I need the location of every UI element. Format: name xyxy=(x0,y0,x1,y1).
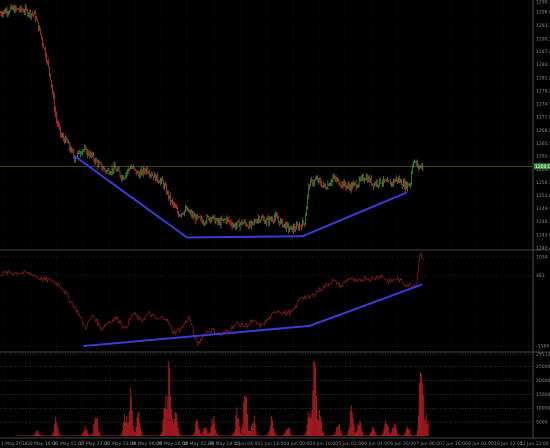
price-tick-label: 1278.08 xyxy=(536,88,550,94)
volume-tick-label: 5000 xyxy=(536,420,548,426)
current-price-label: 1260.05 xyxy=(535,164,550,170)
price-tick-label: 1253.06 xyxy=(536,193,550,199)
x-axis: 1 May 2018 30 May 16:0031 May 01:0017 May… xyxy=(1,441,549,447)
x-tick-label: 6 Jun 20:00 xyxy=(390,441,416,447)
price-tick-label: 1299.35 xyxy=(536,0,550,6)
trading-chart: 1299.35 1296.90 1293.76 1290.55 1287.49 1284.… xyxy=(0,0,550,447)
x-tick-label: 8 Jun 02:00 xyxy=(468,441,494,447)
price-panel[interactable]: 1299.35 1296.90 1293.76 1290.55 1287.49 1284.… xyxy=(0,0,550,440)
price-tick-label: 1256.19 xyxy=(536,180,550,186)
price-tick-label: 1268.66 xyxy=(536,128,550,134)
x-tick-label: 7 Jun 06:00 xyxy=(416,441,442,447)
price-tick-label: 1293.76 xyxy=(536,23,550,29)
x-tick-label: 4 Jun 16:00 xyxy=(312,441,338,447)
x-tick-label: 10 Jun 12:00 xyxy=(494,441,523,447)
volume-tick-label: 25000 xyxy=(536,364,550,370)
price-tick-label: 1262.47 xyxy=(536,154,550,160)
indicator-tick-label: 1034 xyxy=(536,254,548,260)
price-tick-label: 1249.92 xyxy=(536,206,550,212)
price-tick-label: 1290.55 xyxy=(536,36,550,42)
x-tick-label: 5 Jun 02:00 xyxy=(338,441,364,447)
price-tick-label: 1274.94 xyxy=(536,102,550,108)
indicator-line xyxy=(0,252,424,346)
x-tick-label: 1 Jun 14:00 xyxy=(261,441,287,447)
x-tick-label: 1 May 2018 xyxy=(1,441,28,447)
price-tick-label: 1265.53 xyxy=(536,141,550,147)
x-tick-label: 4 Jun 00:00 xyxy=(286,441,312,447)
indicator-tick-label: 483 xyxy=(536,273,545,279)
price-tick-label: 1296.90 xyxy=(536,10,550,16)
x-tick-label: 6 Jun 04:00 xyxy=(364,441,390,447)
x-tick-label: 7 Jun 16:00 xyxy=(442,441,468,447)
indicator-panel[interactable]: 1034 483 -1584 xyxy=(0,252,549,350)
price-tick-label: 1240.49 xyxy=(536,246,550,252)
x-tick-label: 1 Jun 04:00 xyxy=(235,441,261,447)
price-tick-label: 1281.21 xyxy=(536,75,550,81)
volume-tick-label: 15000 xyxy=(536,392,550,398)
x-tick-label: 11 Jun 13:00 xyxy=(520,441,549,447)
price-tick-label: 1284.35 xyxy=(536,62,550,68)
price-tick-label: 1271.80 xyxy=(536,115,550,121)
volume-tick-label: 10000 xyxy=(536,406,550,412)
price-tick-label: 1287.49 xyxy=(536,49,550,55)
indicator-tick-label: -1584 xyxy=(536,344,549,350)
volume-tick-label: 20000 xyxy=(536,378,550,384)
price-tick-label: 1243.64 xyxy=(536,232,550,238)
price-tick-label: 1246.78 xyxy=(536,219,550,225)
